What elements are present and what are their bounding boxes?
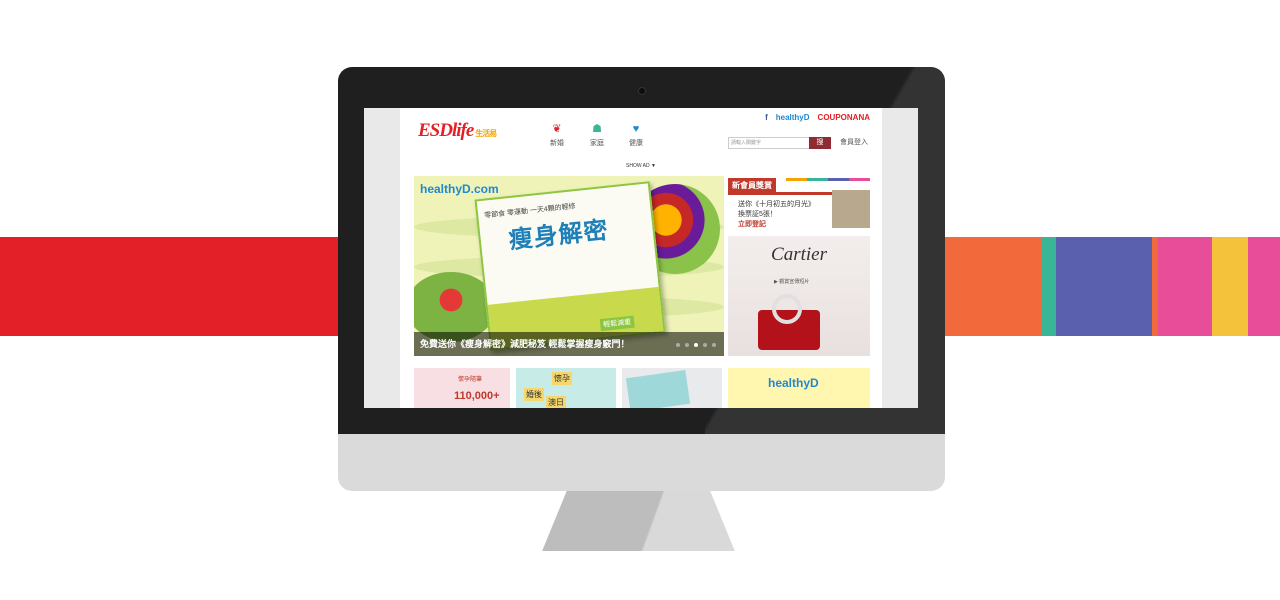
website-page: ESDlife 生活易 ❦ 新婚 ☗ 家庭 ♥ 健康 f healthyD COU… xyxy=(400,108,882,408)
decorative-band-right xyxy=(944,237,1280,336)
promo-line: 送你《十月初五的月光》 xyxy=(738,201,815,208)
monitor-chin xyxy=(338,434,945,491)
book-cover-image: 零節食 零運動 一天4顆的輕修 瘦身解密 輕鬆減重 xyxy=(474,181,666,351)
content-tile-married[interactable]: 懷孕 婚後 澳日 xyxy=(516,368,616,408)
family-icon: ☗ xyxy=(592,123,602,135)
show-ad-toggle[interactable]: SHOW AD ▼ xyxy=(626,163,656,169)
nav-item-family[interactable]: ☗ 家庭 xyxy=(590,124,604,148)
movie-thumbnail[interactable] xyxy=(832,190,870,228)
book-image xyxy=(625,369,691,408)
carousel-dot[interactable] xyxy=(676,343,680,347)
decorative-band-left xyxy=(0,237,340,336)
content-tile-book[interactable] xyxy=(622,368,722,408)
band-stripe xyxy=(944,237,1042,336)
diamond-ring-image xyxy=(772,294,802,324)
cartier-logo: Cartier xyxy=(771,244,827,265)
healthyd-logo: healthyD.com xyxy=(420,182,499,196)
watch-video-link[interactable]: ▶ 觀賞宣傳短片 xyxy=(774,278,809,285)
cartier-ad[interactable]: Cartier ▶ 觀賞宣傳短片 xyxy=(728,236,870,356)
monitor-stand xyxy=(542,491,735,551)
health-heart-icon: ♥ xyxy=(632,123,640,135)
band-stripe xyxy=(1212,237,1248,336)
carousel-dots xyxy=(676,343,716,347)
band-stripe xyxy=(1056,237,1152,336)
tile-tag: 懷孕 xyxy=(552,372,572,385)
nav-label: 健康 xyxy=(629,140,643,147)
healthyd-logo: healthyD xyxy=(768,376,819,390)
register-link[interactable]: 立即登記 xyxy=(738,220,815,230)
login-link[interactable]: 會員登入 xyxy=(840,137,868,147)
promo-line: 換票証5張！ xyxy=(738,211,777,218)
carousel-dot[interactable] xyxy=(685,343,689,347)
band-stripe xyxy=(1158,237,1212,336)
search-button[interactable]: 搜 xyxy=(809,137,831,149)
search-input[interactable]: 請輸入關鍵字 xyxy=(728,137,810,149)
camera-icon xyxy=(638,87,646,95)
carousel-dot[interactable] xyxy=(712,343,716,347)
tile-tag: 婚後 xyxy=(524,388,544,401)
top-links: f healthyD COUPONANA xyxy=(765,113,870,122)
heart-rings-icon: ❦ xyxy=(552,123,562,135)
hero-banner[interactable]: healthyD.com 零節食 零運動 一天4顆的輕修 瘦身解密 輕鬆減重 免… xyxy=(414,176,724,356)
carousel-dot[interactable] xyxy=(703,343,707,347)
nav-item-wedding[interactable]: ❦ 新婚 xyxy=(550,124,564,148)
carousel-dot-active[interactable] xyxy=(694,343,698,347)
healthyd-link[interactable]: healthyD xyxy=(776,113,810,122)
couponana-link[interactable]: COUPONANA xyxy=(818,113,870,122)
tile-tag: 澳日 xyxy=(546,396,566,408)
member-promo[interactable]: 送你《十月初五的月光》 換票証5張！ 立即登記 xyxy=(738,200,815,230)
logo-text: ESDlife xyxy=(418,120,474,141)
sidebar-color-stripe xyxy=(786,178,870,181)
nav-label: 家庭 xyxy=(590,140,604,147)
band-stripe xyxy=(1042,237,1056,336)
content-tile-pregnancy[interactable]: 懷孕隨筆 110,000+ xyxy=(414,368,510,408)
nav-label: 新婚 xyxy=(550,140,564,147)
content-tile-healthyd[interactable]: healthyD xyxy=(728,368,870,408)
tile-label: 懷孕隨筆 xyxy=(458,377,483,383)
nav-item-health[interactable]: ♥ 健康 xyxy=(629,124,643,148)
member-rewards-title: 新會員獎賞 xyxy=(728,178,776,193)
monitor-screen: ESDlife 生活易 ❦ 新婚 ☗ 家庭 ♥ 健康 f healthyD COU… xyxy=(364,108,918,408)
logo-subtext: 生活易 xyxy=(475,129,497,138)
facebook-link[interactable]: f xyxy=(765,113,768,122)
site-logo[interactable]: ESDlife 生活易 xyxy=(418,120,497,142)
tile-number: 110,000+ xyxy=(454,390,500,402)
band-stripe xyxy=(1248,237,1280,336)
